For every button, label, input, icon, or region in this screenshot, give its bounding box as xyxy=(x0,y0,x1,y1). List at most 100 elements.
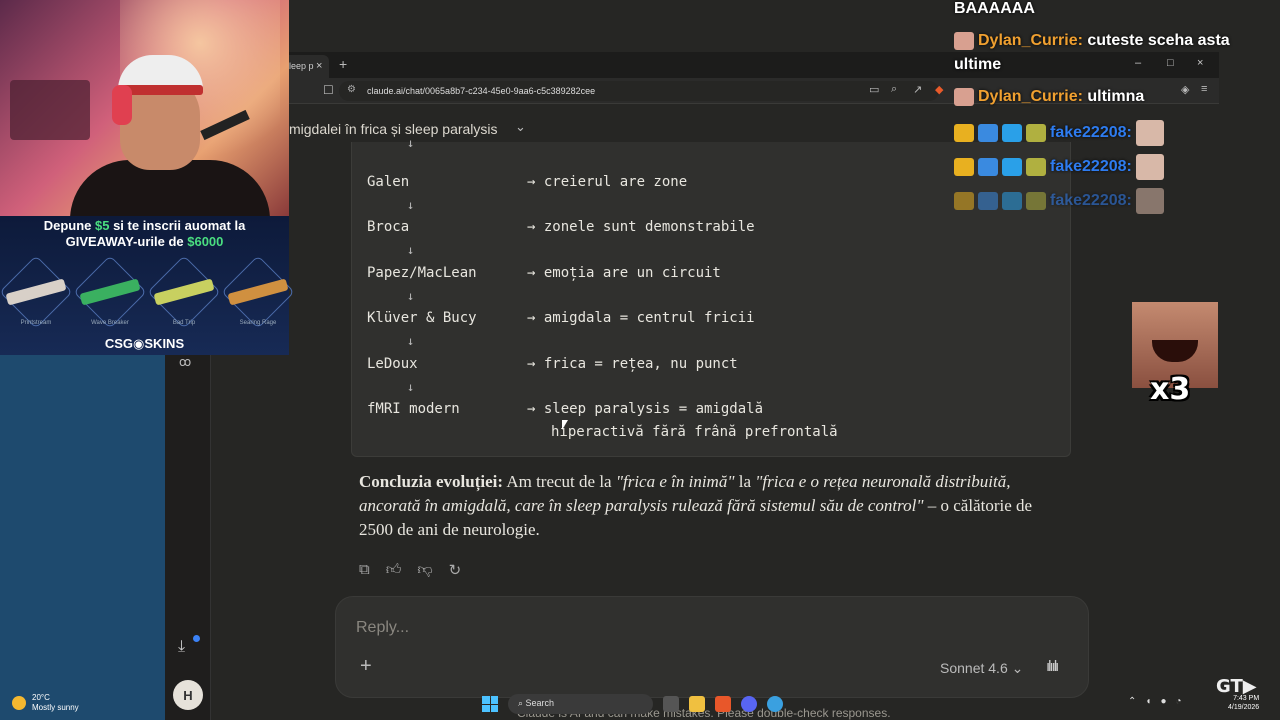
code-line-left: Broca xyxy=(367,219,410,235)
chevron-up-icon[interactable]: ⌃ xyxy=(1128,696,1136,707)
browser-tab[interactable]: leep p × xyxy=(289,55,329,78)
voice-mode-icon[interactable]: ılıılı xyxy=(1046,658,1059,675)
download-icon[interactable]: ⤓ xyxy=(178,638,185,656)
skin-name: Bad Trip xyxy=(172,320,196,326)
weather-temp: 20°C xyxy=(32,693,50,702)
network-icon[interactable]: ◔ xyxy=(1175,696,1181,707)
crown-badge-icon xyxy=(954,124,974,142)
cast-icon[interactable]: ▭ xyxy=(869,83,879,96)
reply-input[interactable]: Reply... xyxy=(356,619,409,637)
chat-message: fake22208: xyxy=(954,120,1165,146)
windows-start-icon[interactable] xyxy=(482,696,498,712)
arrow-down-icon: ↓ xyxy=(407,243,415,257)
crown-badge-icon xyxy=(954,158,974,176)
emote-icon xyxy=(1136,120,1165,146)
crown-badge-icon xyxy=(954,192,974,210)
arrow-down-icon: ↓ xyxy=(407,334,415,348)
claude-sidebar: ꝏ ⤓ H xyxy=(165,355,211,720)
code-line-left: fMRI modern xyxy=(367,401,460,417)
skins-row: Printstream Wave Breaker Bad Trip Searin… xyxy=(0,255,295,336)
avatar[interactable]: H xyxy=(173,680,203,710)
conclusion-text: Am trecut de la xyxy=(503,472,616,491)
emote-badge-icon xyxy=(1026,192,1046,210)
notification-dot xyxy=(193,635,200,642)
skin-card: Printstream xyxy=(0,255,73,336)
giveaway-banner: Depune $5 si te inscrii auomat la GIVEAW… xyxy=(0,216,295,355)
giveaway-text: Depune xyxy=(43,218,95,233)
meme-multiplier: x3 xyxy=(1150,372,1191,407)
webcam-headset xyxy=(112,85,132,125)
task-view-icon[interactable] xyxy=(663,696,679,712)
app-badge-icon xyxy=(1002,158,1022,176)
giveaway-text: GIVEAWAY-urile de xyxy=(65,234,188,249)
chat-message-continuation: ultime xyxy=(954,56,1002,73)
volume-icon[interactable]: ◖ xyxy=(1145,696,1151,707)
chat-message: Dylan_Currie: cuteste sceha asta xyxy=(954,32,1230,50)
thumbs-down-icon[interactable]: 👎︎ xyxy=(417,561,432,579)
copy-icon[interactable]: ⧉ xyxy=(359,561,370,579)
chat-text: cuteste sceha asta xyxy=(1082,32,1230,50)
mouse-cursor-icon xyxy=(562,420,568,430)
retry-icon[interactable]: ↻ xyxy=(449,561,462,579)
chat-text: ultimna xyxy=(1082,88,1145,106)
chat-username: Dylan_Currie: xyxy=(978,88,1083,106)
tab-title: leep p xyxy=(289,61,314,71)
code-line-left: Galen xyxy=(367,174,410,190)
mic-icon[interactable]: ● xyxy=(1160,696,1166,707)
skin-name: Searing Rage xyxy=(239,320,277,326)
taskbar-search[interactable]: ⌕ Search xyxy=(508,694,653,714)
taskbar: ⌕ Search xyxy=(482,694,783,714)
add-attachment-button[interactable]: + xyxy=(360,655,372,678)
giveaway-line-2: GIVEAWAY-urile de $6000 xyxy=(0,234,289,249)
chevron-down-icon[interactable]: ⌄ xyxy=(515,119,526,135)
giveaway-amount: $6000 xyxy=(187,234,224,249)
webcam-shelf xyxy=(10,80,90,140)
sidebar-item-icon[interactable]: ꝏ xyxy=(179,355,191,369)
share-icon[interactable]: ↗ xyxy=(913,83,922,96)
stream-chat-overlay: BAAAAAA Dylan_Currie: cuteste sceha asta… xyxy=(950,0,1280,220)
skin-card: Bad Trip xyxy=(147,255,221,336)
meme-mouth xyxy=(1152,340,1198,362)
bookmark-icon[interactable]: ☐ xyxy=(323,83,334,97)
app-icon[interactable] xyxy=(767,696,783,712)
message-actions: ⧉ 👍︎ 👎︎ ↻ xyxy=(359,561,461,579)
url-text: claude.ai/chat/0065a8b7-c234-45e0-9aa6-c… xyxy=(367,86,596,96)
emote-badge-icon xyxy=(1026,124,1046,142)
code-line-left: Klüver & Bucy xyxy=(367,310,477,326)
giveaway-line-1: Depune $5 si te inscrii auomat la xyxy=(0,218,289,233)
chat-message: BAAAAAA xyxy=(954,0,1035,17)
weather-desc: Mostly sunny xyxy=(32,703,79,712)
brave-shield-icon[interactable]: ◆ xyxy=(935,83,943,96)
model-selector[interactable]: Sonnet 4.6 ⌄ xyxy=(940,660,1023,677)
chat-message: fake22208: xyxy=(954,188,1165,214)
brave-browser-icon[interactable] xyxy=(715,696,731,712)
webcam-overlay xyxy=(0,0,289,216)
app-badge-icon xyxy=(1002,192,1022,210)
file-explorer-icon[interactable] xyxy=(689,696,705,712)
channel-logo: GT▶ xyxy=(1216,676,1257,697)
new-tab-button[interactable]: + xyxy=(339,56,347,72)
url-field[interactable]: ⚙ claude.ai/chat/0065a8b7-c234-45e0-9aa6… xyxy=(339,81,939,101)
emote-icon xyxy=(1136,154,1165,180)
code-line-right: → emoția are un circuit xyxy=(527,265,721,281)
conclusion-paragraph: Concluzia evoluției: Am trecut de la "fr… xyxy=(359,470,1049,542)
search-label: Search xyxy=(525,698,555,708)
tab-close-icon[interactable]: × xyxy=(316,60,322,72)
skin-card: Wave Breaker xyxy=(73,255,147,336)
site-settings-icon[interactable]: ⚙ xyxy=(347,84,356,95)
code-line-right: → zonele sunt demonstrabile xyxy=(527,219,755,235)
code-line-right: → creierul are zone xyxy=(527,174,688,190)
weather-widget[interactable]: 20°C Mostly sunny xyxy=(12,693,79,713)
emote-badge-icon xyxy=(1026,158,1046,176)
chat-title[interactable]: migdalei în frica și sleep paralysis xyxy=(289,121,498,137)
chat-message: Dylan_Currie: ultimna xyxy=(954,88,1144,106)
arrow-down-icon: ↓ xyxy=(407,289,415,303)
thumbs-up-icon[interactable]: 👍︎ xyxy=(386,561,402,579)
reply-box[interactable]: Reply... + Sonnet 4.6 ⌄ ılıılı xyxy=(335,596,1089,698)
discord-icon[interactable] xyxy=(741,696,757,712)
chat-username: fake22208: xyxy=(1050,158,1132,176)
code-line-left: LeDoux xyxy=(367,356,418,372)
zoom-icon[interactable]: ⌕ xyxy=(891,83,897,96)
robot-badge-icon xyxy=(978,158,998,176)
robot-badge-icon xyxy=(978,124,998,142)
